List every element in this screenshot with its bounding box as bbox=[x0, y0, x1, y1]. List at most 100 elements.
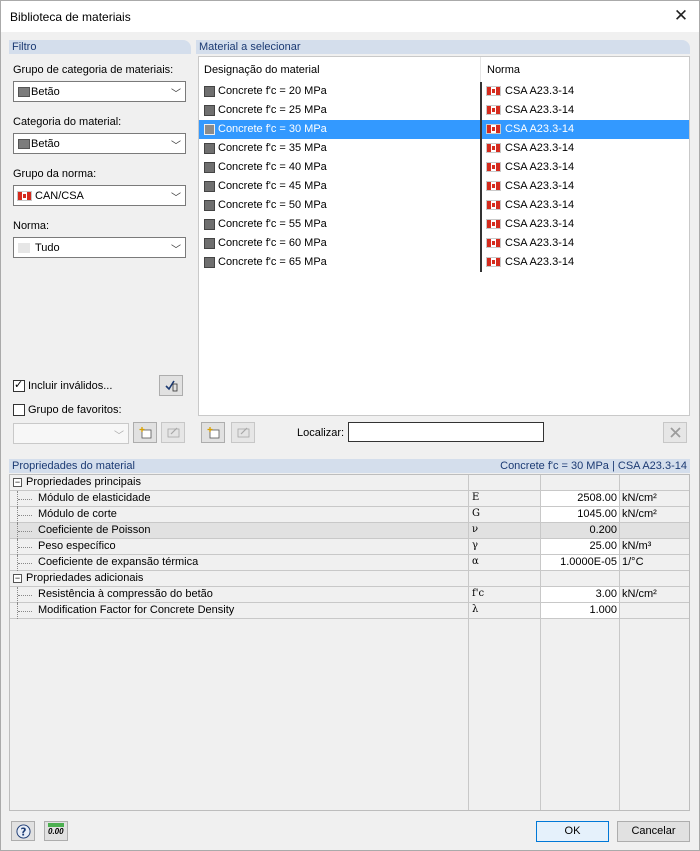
material-row[interactable]: Concrete f'c = 25 MPa CSA A23.3-14 bbox=[199, 101, 689, 120]
property-row[interactable]: Peso específico γ 25.00 kN/m³ bbox=[10, 539, 689, 555]
color-swatch-icon bbox=[204, 124, 215, 135]
find-label: Localizar: bbox=[297, 427, 345, 439]
ok-button[interactable]: OK bbox=[536, 821, 609, 842]
category-group-select[interactable]: Betão ﹀ bbox=[13, 81, 186, 102]
clear-filter-button[interactable] bbox=[663, 422, 687, 443]
property-row[interactable]: Resistência à compressão do betão f'c 3.00… bbox=[10, 587, 689, 603]
new-favorites-group-button[interactable] bbox=[133, 422, 157, 443]
material-row[interactable]: Concrete f'c = 55 MPa CSA A23.3-14 bbox=[199, 215, 689, 234]
column-divider bbox=[480, 139, 482, 158]
category-group-value: Betão bbox=[31, 86, 60, 98]
collapse-icon[interactable]: − bbox=[13, 574, 22, 583]
property-symbol: f'c bbox=[472, 588, 485, 599]
property-value: 0.200 bbox=[589, 524, 617, 536]
color-swatch-icon bbox=[204, 105, 215, 116]
property-row[interactable]: Módulo de elasticidade E 2508.00 kN/cm² bbox=[10, 491, 689, 507]
help-button[interactable]: ? bbox=[11, 821, 35, 841]
material-norm: CSA A23.3-14 bbox=[505, 218, 575, 230]
property-unit: kN/cm² bbox=[622, 508, 657, 520]
column-divider bbox=[480, 253, 482, 272]
tree-connector bbox=[17, 507, 32, 523]
column-header-norm[interactable]: Norma bbox=[487, 64, 520, 76]
chevron-down-icon: ﹀ bbox=[171, 245, 181, 256]
units-button[interactable]: 0.00 bbox=[44, 821, 68, 841]
material-row[interactable]: Concrete f'c = 35 MPa CSA A23.3-14 bbox=[199, 139, 689, 158]
cancel-button[interactable]: Cancelar bbox=[617, 821, 690, 842]
material-row[interactable]: Concrete f'c = 20 MPa CSA A23.3-14 bbox=[199, 82, 689, 101]
material-norm: CSA A23.3-14 bbox=[505, 161, 575, 173]
property-row[interactable]: Coeficiente de expansão térmica α 1.0000E-… bbox=[10, 555, 689, 571]
norm-group-select[interactable]: CAN/CSA ﹀ bbox=[13, 185, 186, 206]
property-symbol: α bbox=[472, 556, 479, 567]
property-symbol: γ bbox=[472, 540, 478, 551]
norm-label: Norma: bbox=[13, 220, 50, 232]
property-value: 1.000 bbox=[589, 604, 617, 616]
properties-selection-summary: Concrete f'c = 30 MPa | CSA A23.3-14 bbox=[500, 460, 687, 472]
clear-icon bbox=[670, 427, 681, 438]
material-row[interactable]: Concrete f'c = 30 MPa CSA A23.3-14 bbox=[199, 120, 689, 139]
material-norm: CSA A23.3-14 bbox=[505, 256, 575, 268]
close-icon[interactable]: ✕ bbox=[671, 6, 691, 26]
material-row[interactable]: Concrete f'c = 40 MPa CSA A23.3-14 bbox=[199, 158, 689, 177]
materials-list-header: Designação do material Norma bbox=[199, 57, 689, 82]
collapse-icon[interactable]: − bbox=[13, 478, 22, 487]
norm-select[interactable]: Tudo ﹀ bbox=[13, 237, 186, 258]
edit-favorites-group-button[interactable] bbox=[161, 422, 185, 443]
tree-connector bbox=[17, 555, 32, 571]
find-input[interactable] bbox=[348, 422, 544, 442]
favorites-group-select[interactable]: ﹀ bbox=[13, 423, 129, 444]
title-bar: Biblioteca de materiais ✕ bbox=[1, 1, 699, 32]
property-value: 3.00 bbox=[595, 588, 617, 600]
property-unit: 1/°C bbox=[622, 556, 644, 568]
material-row[interactable]: Concrete f'c = 60 MPa CSA A23.3-14 bbox=[199, 234, 689, 253]
filter-options-button[interactable] bbox=[159, 375, 183, 396]
category-label: Categoria do material: bbox=[13, 116, 122, 128]
property-name: Coeficiente de Poisson bbox=[38, 524, 151, 536]
material-row[interactable]: Concrete f'c = 65 MPa CSA A23.3-14 bbox=[199, 253, 689, 272]
property-group[interactable]: − Propriedades principais bbox=[10, 475, 689, 491]
property-group[interactable]: − Propriedades adicionais bbox=[10, 571, 689, 587]
property-name: Resistência à compressão do betão bbox=[38, 588, 213, 600]
canada-flag-icon bbox=[486, 238, 501, 248]
material-norm: CSA A23.3-14 bbox=[505, 180, 575, 192]
include-invalid-checkbox[interactable] bbox=[13, 378, 25, 392]
property-unit: kN/m³ bbox=[622, 540, 652, 552]
property-value: 1.0000E-05 bbox=[560, 556, 617, 568]
properties-header: Propriedades do material Concrete f'c = … bbox=[9, 459, 690, 473]
property-symbol: G bbox=[472, 508, 480, 519]
canada-flag-icon bbox=[17, 191, 32, 201]
chevron-down-icon: ﹀ bbox=[171, 193, 181, 204]
new-item-icon bbox=[207, 427, 220, 439]
tree-connector bbox=[17, 491, 32, 507]
property-group-name: Propriedades adicionais bbox=[26, 572, 144, 584]
material-name: Concrete f'c = 20 MPa bbox=[218, 85, 327, 97]
property-row[interactable]: Coeficiente de Poisson ν 0.200 bbox=[10, 523, 689, 539]
chevron-down-icon: ﹀ bbox=[114, 431, 124, 442]
property-row[interactable]: Modification Factor for Concrete Density… bbox=[10, 603, 689, 619]
color-swatch-icon bbox=[204, 200, 215, 211]
favorites-group-checkbox[interactable] bbox=[13, 404, 25, 416]
column-header-name[interactable]: Designação do material bbox=[204, 64, 320, 76]
norm-group-label: Grupo da norma: bbox=[13, 168, 97, 180]
edit-icon bbox=[237, 427, 250, 438]
category-select[interactable]: Betão ﹀ bbox=[13, 133, 186, 154]
materials-header: Material a selecionar bbox=[196, 40, 690, 54]
color-swatch-icon bbox=[18, 87, 30, 97]
canada-flag-icon bbox=[486, 162, 501, 172]
canada-flag-icon bbox=[486, 105, 501, 115]
material-name: Concrete f'c = 45 MPa bbox=[218, 180, 327, 192]
column-divider bbox=[480, 120, 482, 139]
material-row[interactable]: Concrete f'c = 50 MPa CSA A23.3-14 bbox=[199, 196, 689, 215]
property-value: 25.00 bbox=[589, 540, 617, 552]
property-value: 1045.00 bbox=[577, 508, 617, 520]
canada-flag-icon bbox=[486, 86, 501, 96]
property-name: Modification Factor for Concrete Density bbox=[38, 604, 235, 616]
new-material-button[interactable] bbox=[201, 422, 225, 443]
material-row[interactable]: Concrete f'c = 45 MPa CSA A23.3-14 bbox=[199, 177, 689, 196]
edit-material-button[interactable] bbox=[231, 422, 255, 443]
category-value: Betão bbox=[31, 138, 60, 150]
filter-panel: Grupo de categoria de materiais: Betão ﹀… bbox=[9, 54, 191, 446]
property-row[interactable]: Módulo de corte G 1045.00 kN/cm² bbox=[10, 507, 689, 523]
column-divider bbox=[480, 215, 482, 234]
column-divider bbox=[540, 475, 541, 810]
